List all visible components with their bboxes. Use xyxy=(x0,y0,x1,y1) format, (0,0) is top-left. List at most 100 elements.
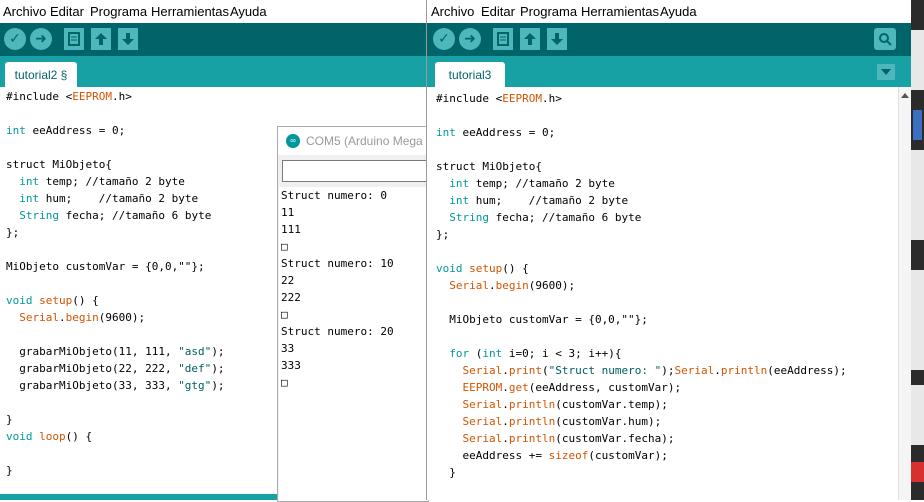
code-token: Serial xyxy=(462,415,503,428)
code-line: struct MiObjeto{ xyxy=(436,158,847,175)
upload-icon[interactable]: ➜ xyxy=(30,28,52,50)
code-token: "Struct numero: " xyxy=(548,364,662,377)
code-token: ); xyxy=(211,345,225,358)
code-token: . xyxy=(502,415,509,428)
menu-herramientas[interactable]: Herramientas xyxy=(581,4,659,19)
serial-send-input[interactable] xyxy=(282,160,434,182)
serial-monitor-title: COM5 (Arduino Mega xyxy=(306,134,423,148)
code-token: (customVar.temp); xyxy=(555,398,668,411)
code-token: String xyxy=(19,209,59,222)
code-line: String fecha; //tamaño 6 byte xyxy=(6,207,225,224)
menu-archivo[interactable]: Archivo xyxy=(431,4,474,19)
menu-archivo[interactable]: Archivo xyxy=(3,4,46,19)
tab-menu-icon[interactable] xyxy=(877,64,895,80)
ide-window-right: Archivo Editar Programa Herramientas Ayu… xyxy=(426,0,911,500)
code-token: begin xyxy=(65,311,99,324)
code-line: Serial.begin(9600); xyxy=(436,277,847,294)
code-token: ); xyxy=(661,364,675,377)
code-token: } xyxy=(6,413,13,426)
code-token: . xyxy=(59,311,66,324)
code-line: int temp; //tamaño 2 byte xyxy=(436,175,847,192)
code-line: EEPROM.get(eeAddress, customVar); xyxy=(436,379,847,396)
code-token: #include < xyxy=(436,92,503,105)
code-token: eeAddress += xyxy=(436,449,549,462)
serial-monitor-icon[interactable] xyxy=(874,28,896,50)
code-token: int xyxy=(482,347,503,360)
tab-bar: tutorial3 xyxy=(427,56,911,87)
code-token: () { xyxy=(72,294,99,307)
code-line: void setup() { xyxy=(6,292,225,309)
code-token: #include < xyxy=(6,90,73,103)
code-token: hum; //tamaño 2 byte xyxy=(469,194,629,207)
tab-tutorial3[interactable]: tutorial3 xyxy=(435,62,505,87)
code-token: } xyxy=(436,466,456,479)
open-icon[interactable] xyxy=(91,28,111,50)
code-token: .h> xyxy=(111,90,132,103)
code-line: Serial.println(customVar.temp); xyxy=(436,396,847,413)
menu-bar: Archivo Editar Programa Herramientas Ayu… xyxy=(427,0,911,23)
code-line: Serial.println(customVar.hum); xyxy=(436,413,847,430)
upload-icon[interactable]: ➜ xyxy=(459,28,481,50)
arduino-logo-icon: ∞ xyxy=(286,134,300,148)
code-token: Serial xyxy=(449,279,489,292)
code-token: eeAddress = 0; xyxy=(25,124,126,137)
save-icon[interactable] xyxy=(547,28,567,50)
new-icon[interactable] xyxy=(493,28,513,50)
scrollbar[interactable] xyxy=(898,87,911,500)
code-token: . xyxy=(502,432,509,445)
code-line: } xyxy=(436,464,847,481)
code-line: MiObjeto customVar = {0,0,""}; xyxy=(436,311,847,328)
code-token: MiObjeto customVar = {0,0,""}; xyxy=(436,313,648,326)
code-line: int hum; //tamaño 2 byte xyxy=(6,190,225,207)
code-line: void loop() { xyxy=(6,428,225,445)
code-line: Serial.println(customVar.fecha); xyxy=(436,430,847,447)
code-token: EEPROM xyxy=(462,381,503,394)
tab-tutorial2[interactable]: tutorial2 § xyxy=(5,62,77,87)
code-editor[interactable]: #include <EEPROM.h> int eeAddress = 0; str… xyxy=(427,87,911,500)
serial-output-line: 222 xyxy=(281,291,301,304)
code-token: (eeAddress); xyxy=(767,364,847,377)
code-token: for xyxy=(449,347,470,360)
code-token: ( xyxy=(542,364,549,377)
code-token: String xyxy=(449,211,489,224)
serial-output: Struct numero: 0 11 111 □ Struct numero: 10 2… xyxy=(279,187,428,501)
code-line: Serial.begin(9600); xyxy=(6,309,225,326)
code-line: #include <EEPROM.h> xyxy=(436,90,847,107)
menu-ayuda[interactable]: Ayuda xyxy=(660,4,697,19)
code-token: MiObjeto customVar = {0,0,""}; xyxy=(6,260,205,273)
verify-icon[interactable]: ✓ xyxy=(4,28,26,50)
code-token: println xyxy=(720,364,768,377)
toolbar: ✓ ➜ xyxy=(0,23,426,56)
serial-output-line: 33 xyxy=(281,342,295,355)
code-line: int hum; //tamaño 2 byte xyxy=(436,192,847,209)
code-token: . xyxy=(502,364,509,377)
code-token: Serial xyxy=(19,311,59,324)
menu-editar[interactable]: Editar xyxy=(481,4,515,19)
menu-programa[interactable]: Programa xyxy=(90,4,147,19)
code-token: struct MiObjeto{ xyxy=(436,160,542,173)
serial-output-line: □ xyxy=(281,240,288,253)
menu-ayuda[interactable]: Ayuda xyxy=(230,4,267,19)
code-line: Serial.print("Struct numero: ");Serial.p… xyxy=(436,362,847,379)
code-token: hum; //tamaño 2 byte xyxy=(39,192,199,205)
code-token: ); xyxy=(211,379,225,392)
menu-editar[interactable]: Editar xyxy=(50,4,84,19)
menu-herramientas[interactable]: Herramientas xyxy=(151,4,229,19)
open-icon[interactable] xyxy=(520,28,540,50)
save-icon[interactable] xyxy=(118,28,138,50)
code-token: temp; //tamaño 2 byte xyxy=(39,175,185,188)
menu-programa[interactable]: Programa xyxy=(520,4,577,19)
verify-icon[interactable]: ✓ xyxy=(433,28,455,50)
code-token: .h> xyxy=(541,92,562,105)
code-token: "gtg" xyxy=(178,379,212,392)
code-line: struct MiObjeto{ xyxy=(6,156,225,173)
code-token: EEPROM xyxy=(72,90,112,103)
new-icon[interactable] xyxy=(64,28,84,50)
